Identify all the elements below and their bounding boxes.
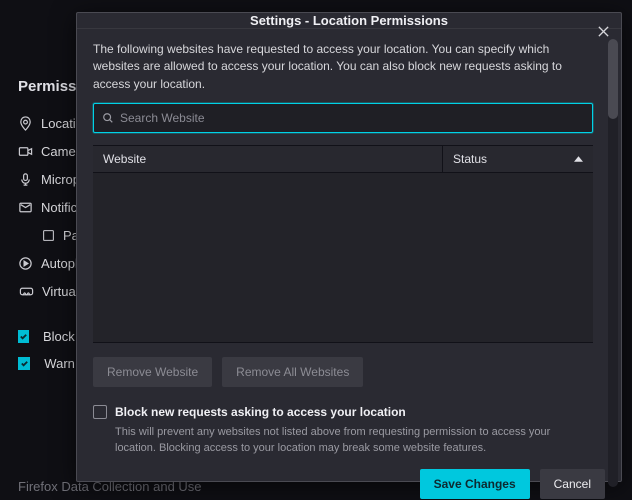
vr-icon bbox=[18, 283, 34, 299]
checkbox-checked-icon bbox=[18, 330, 29, 343]
sidebar-item-location[interactable]: Location bbox=[18, 109, 85, 137]
block-new-requests-description: This will prevent any websites not liste… bbox=[115, 425, 593, 457]
sidebar-item-pause[interactable]: Pause bbox=[18, 221, 85, 249]
remove-all-websites-button[interactable]: Remove All Websites bbox=[222, 357, 363, 387]
col-website-label: Website bbox=[103, 152, 146, 166]
remove-website-button[interactable]: Remove Website bbox=[93, 357, 212, 387]
search-icon bbox=[102, 112, 114, 124]
permissions-heading: Permissions bbox=[18, 78, 85, 95]
microphone-icon bbox=[18, 171, 33, 187]
notifications-icon bbox=[18, 199, 33, 215]
cancel-button[interactable]: Cancel bbox=[540, 469, 605, 499]
search-input[interactable] bbox=[120, 111, 584, 125]
block-checkbox-row[interactable]: Block p bbox=[18, 323, 85, 350]
sort-up-icon bbox=[574, 156, 583, 162]
warn-checkbox-row[interactable]: Warn y bbox=[18, 350, 85, 377]
remove-buttons-row: Remove Website Remove All Websites bbox=[93, 357, 605, 387]
scrollbar-thumb[interactable] bbox=[608, 39, 618, 119]
block-new-requests-checkbox[interactable] bbox=[93, 405, 107, 419]
sidebar-item-camera[interactable]: Camera bbox=[18, 137, 85, 165]
col-status[interactable]: Status bbox=[443, 146, 593, 172]
dialog-header: Settings - Location Permissions bbox=[77, 13, 621, 29]
sidebar-item-microphone[interactable]: Microphone bbox=[18, 165, 85, 193]
search-field-wrap[interactable] bbox=[93, 103, 593, 133]
table-header: Website Status bbox=[93, 145, 593, 173]
autoplay-icon bbox=[18, 255, 33, 271]
col-status-label: Status bbox=[453, 152, 487, 166]
block-new-requests-section: Block new requests asking to access your… bbox=[93, 405, 593, 457]
sidebar-item-label: Virtual bbox=[42, 284, 79, 299]
save-changes-button[interactable]: Save Changes bbox=[420, 469, 530, 499]
checkbox-checked-icon bbox=[18, 357, 30, 370]
camera-icon bbox=[18, 143, 33, 159]
dialog-title: Settings - Location Permissions bbox=[250, 13, 448, 28]
intro-text: The following websites have requested to… bbox=[93, 41, 593, 93]
sidebar-item-autoplay[interactable]: Autoplay bbox=[18, 249, 85, 277]
block-new-requests-row[interactable]: Block new requests asking to access your… bbox=[93, 405, 593, 419]
dialog-body: The following websites have requested to… bbox=[77, 29, 621, 457]
location-icon bbox=[18, 115, 33, 131]
sidebar-item-vr[interactable]: Virtual bbox=[18, 277, 85, 305]
sidebar-item-notifications[interactable]: Notifications bbox=[18, 193, 85, 221]
table-body bbox=[93, 173, 593, 343]
permissions-sidebar: Permissions Location Camera Microphone N… bbox=[0, 0, 85, 500]
dialog-footer: Save Changes Cancel bbox=[77, 469, 605, 499]
col-website[interactable]: Website bbox=[93, 146, 443, 172]
location-permissions-dialog: Settings - Location Permissions The foll… bbox=[76, 12, 622, 482]
checkbox-empty-icon bbox=[42, 227, 55, 243]
block-new-requests-label: Block new requests asking to access your… bbox=[115, 405, 406, 419]
